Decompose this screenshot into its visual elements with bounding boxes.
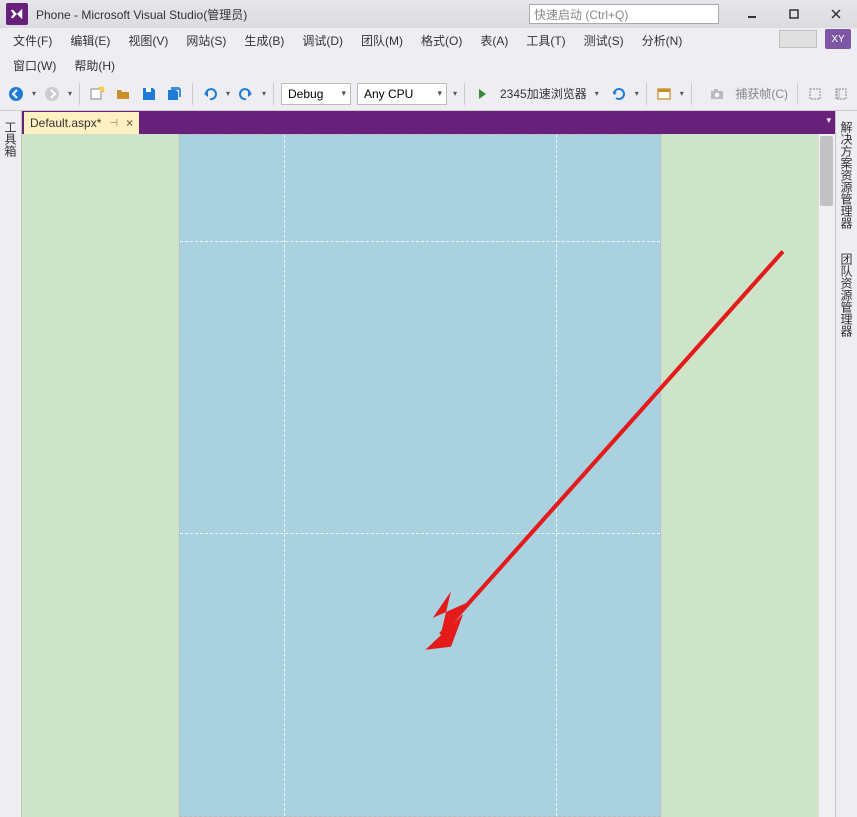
team-explorer-tab[interactable]: 团队资源管理器 [836,247,857,343]
toolbar: ▾ ▾ ▾ ▾ Debug Any CPU ▾ 2345加速浏览器 ▾ ▾ ▾ [0,77,857,111]
design-canvas[interactable] [22,134,818,817]
quick-launch-input[interactable]: 快速启动 (Ctrl+Q) [529,4,719,24]
scrollbar-thumb[interactable] [820,136,833,206]
window-title: Phone - Microsoft Visual Studio(管理员) [36,6,247,23]
user-badge[interactable]: XY [825,29,851,49]
play-icon [479,89,486,99]
grid-line [556,135,557,816]
menu-help[interactable]: 帮助(H) [65,53,124,78]
capture-frame-icon[interactable] [705,82,729,106]
configuration-combo[interactable]: Debug [281,83,351,105]
redo-button[interactable] [234,82,258,106]
menu-build[interactable]: 生成(B) [235,28,293,53]
sign-in-button[interactable] [779,30,817,48]
run-target-dropdown[interactable]: ▾ [593,82,601,106]
menu-file[interactable]: 文件(F) [4,28,61,53]
start-debug-button[interactable] [470,82,494,106]
maximize-button[interactable] [779,4,809,24]
separator [79,83,80,105]
separator [273,83,274,105]
nav-back-button[interactable] [4,82,28,106]
right-rail: 解决方案资源管理器 团队资源管理器 [835,111,857,817]
menu-table[interactable]: 表(A) [471,28,517,53]
page-body-table[interactable] [179,134,661,817]
browser-refresh-button[interactable] [607,82,631,106]
menu-format[interactable]: 格式(O) [412,28,471,53]
capture-frame-label[interactable]: 捕获帧(C) [731,85,792,102]
menu-edit[interactable]: 编辑(E) [61,28,119,53]
grid-line [284,135,285,816]
designer-viewport [22,134,835,817]
nav-forward-dropdown[interactable]: ▾ [66,82,74,106]
vertical-scrollbar[interactable] [818,134,835,817]
nav-forward-button[interactable] [40,82,64,106]
tab-strip: Default.aspx* ⊣ × ▾ [22,111,835,134]
vs-logo-icon [6,3,28,25]
separator [797,83,798,105]
left-rail: 工具箱 [0,111,22,817]
nav-back-dropdown[interactable]: ▾ [30,82,38,106]
platform-extra-dropdown[interactable]: ▾ [451,82,459,106]
menu-test[interactable]: 测试(S) [575,28,633,53]
browser-link-dropdown[interactable]: ▾ [678,82,686,106]
menu-view[interactable]: 视图(V) [119,28,177,53]
workspace: 工具箱 Default.aspx* ⊣ × ▾ [0,111,857,817]
menu-team[interactable]: 团队(M) [352,28,412,53]
menu-tools[interactable]: 工具(T) [517,28,574,53]
tab-overflow-button[interactable]: ▾ [826,115,831,126]
run-target-label[interactable]: 2345加速浏览器 [496,85,591,102]
minimize-button[interactable] [737,4,767,24]
grid-line [180,241,660,242]
menu-window[interactable]: 窗口(W) [4,53,65,78]
solution-explorer-tab[interactable]: 解决方案资源管理器 [836,115,857,235]
redo-dropdown[interactable]: ▾ [260,82,268,106]
document-tab-title: Default.aspx* [30,116,101,130]
separator [691,83,692,105]
undo-dropdown[interactable]: ▾ [224,82,232,106]
menu-bar: 文件(F) 编辑(E) 视图(V) 网站(S) 生成(B) 调试(D) 团队(M… [0,28,857,53]
dock-option-1-button[interactable] [803,82,827,106]
document-tab[interactable]: Default.aspx* ⊣ × [24,112,139,134]
menu-bar-2: 窗口(W) 帮助(H) [0,53,857,77]
browser-refresh-dropdown[interactable]: ▾ [633,82,641,106]
separator [646,83,647,105]
title-bar: Phone - Microsoft Visual Studio(管理员) 快速启… [0,0,857,28]
new-project-button[interactable] [85,82,109,106]
menu-debug[interactable]: 调试(D) [293,28,352,53]
pin-icon[interactable]: ⊣ [109,118,118,129]
close-tab-icon[interactable]: × [126,116,133,130]
menu-analyze[interactable]: 分析(N) [633,28,692,53]
platform-combo[interactable]: Any CPU [357,83,447,105]
separator [192,83,193,105]
menu-website[interactable]: 网站(S) [177,28,235,53]
separator [464,83,465,105]
open-button[interactable] [111,82,135,106]
browser-link-button[interactable] [652,82,676,106]
document-host: Default.aspx* ⊣ × ▾ [22,111,835,817]
close-button[interactable] [821,4,851,24]
dock-option-2-button[interactable] [829,82,853,106]
save-button[interactable] [137,82,161,106]
undo-button[interactable] [198,82,222,106]
grid-line [180,533,660,534]
save-all-button[interactable] [163,82,187,106]
toolbox-tab[interactable]: 工具箱 [0,115,21,163]
